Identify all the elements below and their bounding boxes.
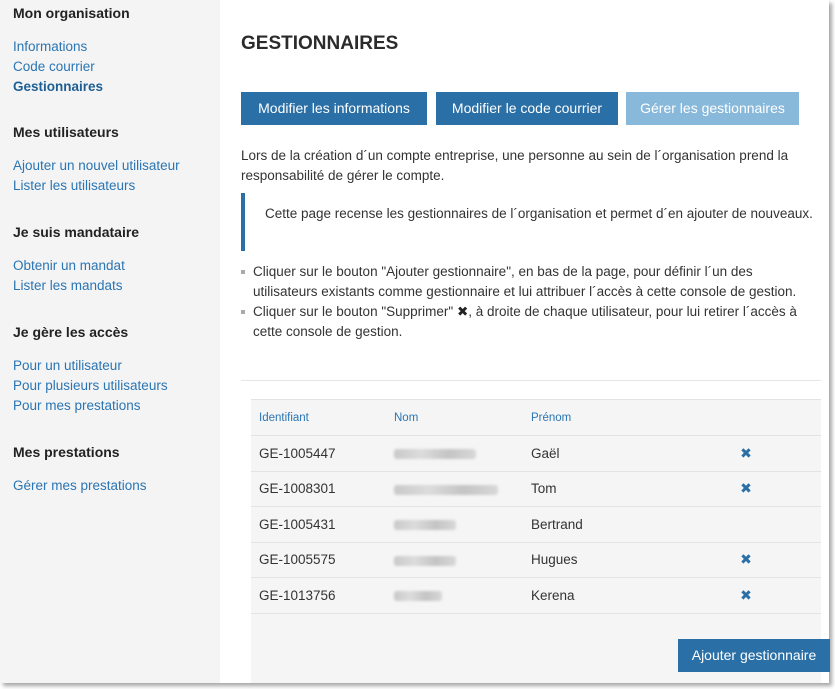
cell-nom-redacted [386, 577, 523, 614]
sidebar-item-lister-mandats[interactable]: Lister les mandats [13, 276, 139, 296]
sidebar-section-acces: Je gère les accès Pour un utilisateur Po… [13, 322, 168, 416]
sidebar-heading: Mes utilisateurs [13, 124, 119, 140]
list-item: Cliquer sur le bouton "Ajouter gestionna… [241, 262, 819, 302]
sidebar-heading: Mes prestations [13, 444, 120, 460]
redacted-name [394, 449, 476, 460]
cell-identifiant: GE-1005431 [251, 506, 386, 543]
table-row: GE-1005431 Bertrand [251, 506, 821, 543]
sidebar-item-obtenir-mandat[interactable]: Obtenir un mandat [13, 256, 139, 276]
modify-info-button[interactable]: Modifier les informations [241, 92, 427, 125]
cell-identifiant: GE-1005447 [251, 435, 386, 472]
sidebar-item-gestionnaires[interactable]: Gestionnaires [13, 77, 130, 97]
sidebar-item-pour-mes-prestations[interactable]: Pour mes prestations [13, 396, 168, 416]
redacted-name [394, 555, 456, 566]
info-callout: Cette page recense les gestionnaires de … [241, 193, 819, 251]
cell-nom-redacted [386, 435, 523, 472]
cell-nom-redacted [386, 471, 523, 507]
cell-prenom: Gaël [523, 435, 731, 472]
cell-prenom: Tom [523, 471, 731, 507]
cell-identifiant: GE-1008301 [251, 471, 386, 507]
modify-code-button[interactable]: Modifier le code courrier [436, 92, 618, 125]
page-title: GESTIONNAIRES [241, 33, 399, 54]
sidebar-section-prestations: Mes prestations Gérer mes prestations [13, 442, 147, 496]
column-header-actions [731, 399, 821, 436]
cell-prenom: Kerena [523, 577, 731, 614]
column-header-prenom[interactable]: Prénom [523, 399, 731, 436]
column-header-identifiant[interactable]: Identifiant [251, 399, 386, 436]
redacted-name [394, 591, 442, 602]
sidebar-heading: Je gère les accès [13, 324, 129, 340]
sidebar-section-organisation: Mon organisation Informations Code courr… [13, 3, 130, 97]
callout-text: Cette page recense les gestionnaires de … [265, 206, 813, 221]
cell-actions [731, 506, 821, 543]
table-row: GE-1005575 Hugues ✖ [251, 542, 821, 578]
table-header-row: Identifiant Nom Prénom [251, 399, 821, 436]
cell-prenom: Bertrand [523, 506, 731, 543]
app-frame: Mon organisation Informations Code courr… [0, 0, 830, 683]
cell-identifiant: GE-1005575 [251, 542, 386, 578]
add-gestionnaire-button[interactable]: Ajouter gestionnaire [678, 639, 830, 672]
sidebar-item-lister-utilisateurs[interactable]: Lister les utilisateurs [13, 176, 180, 196]
delete-icon[interactable]: ✖ [739, 551, 753, 568]
cell-nom-redacted [386, 506, 523, 543]
sidebar: Mon organisation Informations Code courr… [0, 0, 220, 683]
sidebar-item-ajouter-utilisateur[interactable]: Ajouter un nouvel utilisateur [13, 156, 180, 176]
sidebar-heading: Mon organisation [13, 5, 130, 21]
cell-identifiant: GE-1013756 [251, 577, 386, 614]
gestionnaires-table: Identifiant Nom Prénom GE-1005447 Gaël ✖ [251, 399, 821, 614]
sidebar-item-code-courrier[interactable]: Code courrier [13, 57, 130, 77]
sidebar-section-mandataire: Je suis mandataire Obtenir un mandat Lis… [13, 222, 139, 296]
manage-gestionnaires-button: Gérer les gestionnaires [626, 92, 799, 125]
divider [241, 380, 821, 381]
sidebar-item-gerer-prestations[interactable]: Gérer mes prestations [13, 476, 147, 496]
cell-actions: ✖ [731, 542, 821, 578]
delete-icon[interactable]: ✖ [739, 480, 753, 497]
cell-actions: ✖ [731, 471, 821, 507]
sidebar-item-pour-un-utilisateur[interactable]: Pour un utilisateur [13, 356, 168, 376]
sidebar-heading: Je suis mandataire [13, 224, 140, 240]
gestionnaires-table-container: Identifiant Nom Prénom GE-1005447 Gaël ✖ [251, 399, 830, 683]
sidebar-item-pour-plusieurs-utilisateurs[interactable]: Pour plusieurs utilisateurs [13, 376, 168, 396]
table-row: GE-1008301 Tom ✖ [251, 471, 821, 507]
redacted-name [394, 520, 456, 531]
list-item-text: Cliquer sur le bouton "Ajouter gestionna… [253, 264, 797, 299]
instructions-list: Cliquer sur le bouton "Ajouter gestionna… [241, 262, 819, 342]
list-item-text: Cliquer sur le bouton "Supprimer" [253, 304, 457, 319]
delete-icon[interactable]: ✖ [739, 587, 753, 604]
intro-text: Lors de la création d´un compte entrepri… [241, 148, 789, 183]
sidebar-item-informations[interactable]: Informations [13, 37, 130, 57]
cell-actions: ✖ [731, 577, 821, 614]
delete-icon[interactable]: ✖ [739, 445, 753, 462]
cell-prenom: Hugues [523, 542, 731, 578]
sidebar-section-utilisateurs: Mes utilisateurs Ajouter un nouvel utili… [13, 122, 180, 196]
list-item: Cliquer sur le bouton "Supprimer" ✖, à d… [241, 302, 819, 342]
cell-actions: ✖ [731, 435, 821, 472]
table-row: GE-1013756 Kerena ✖ [251, 577, 821, 614]
cell-nom-redacted [386, 542, 523, 578]
column-header-nom[interactable]: Nom [386, 399, 523, 436]
redacted-name [394, 484, 498, 495]
delete-icon: ✖ [456, 304, 469, 319]
table-row: GE-1005447 Gaël ✖ [251, 435, 821, 472]
